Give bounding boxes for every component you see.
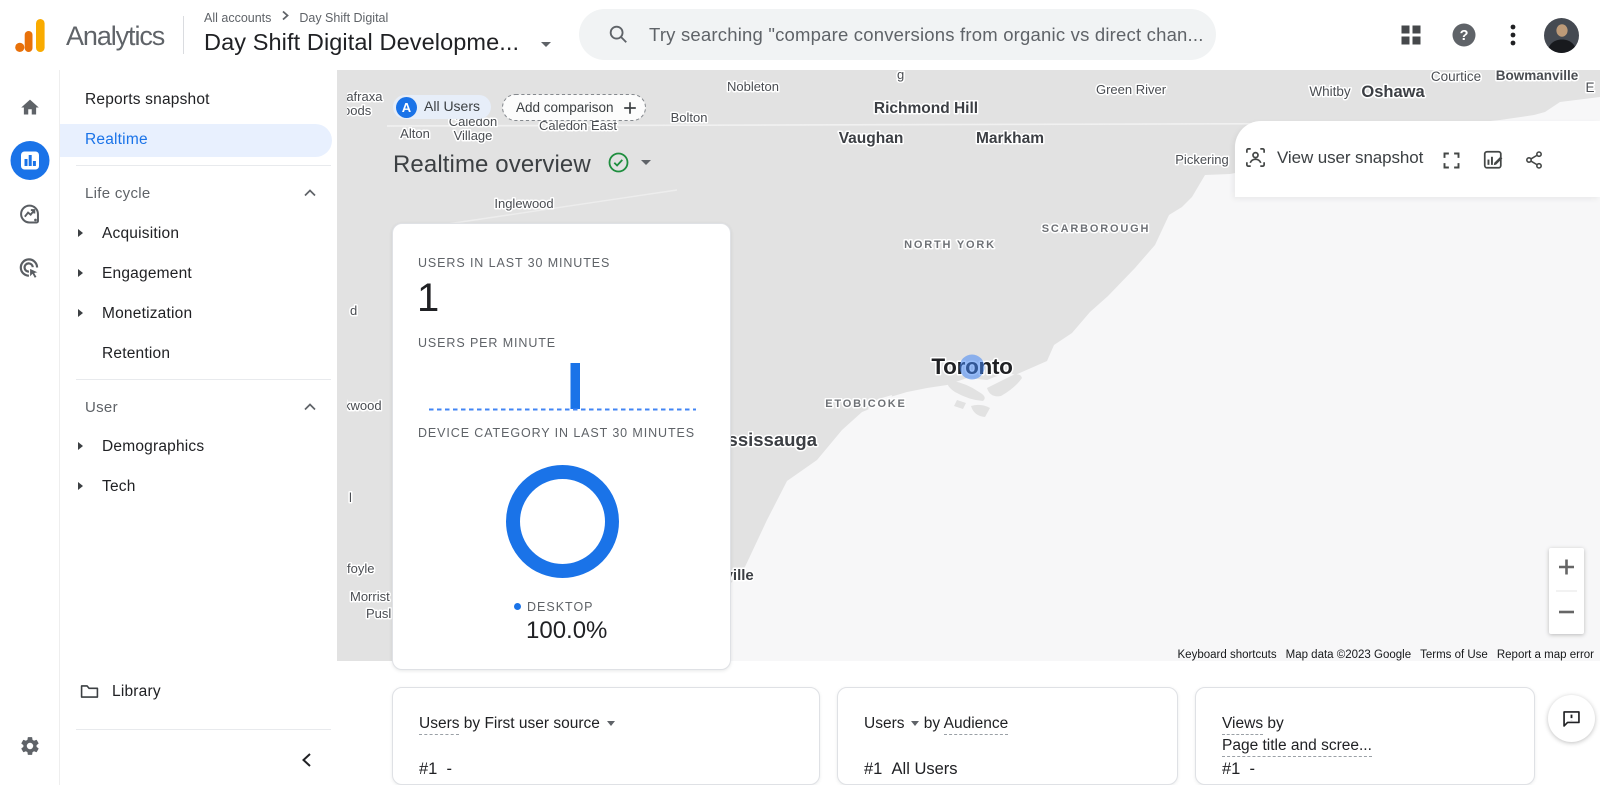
svg-text:Village: Village	[454, 128, 493, 143]
svg-text:Courtice: Courtice	[1431, 70, 1481, 84]
svg-text:Vaughan: Vaughan	[839, 130, 904, 147]
svg-text:Bolton: Bolton	[671, 110, 708, 125]
svg-text:kwood: kwood	[347, 398, 382, 413]
svg-text:NORTH YORK: NORTH YORK	[904, 239, 996, 251]
svg-text:ETOBICOKE: ETOBICOKE	[825, 398, 906, 410]
svg-text:Pusl: Pusl	[366, 606, 391, 621]
svg-text:l: l	[349, 490, 352, 505]
svg-text:rafraxa: rafraxa	[347, 89, 383, 104]
svg-text:E: E	[1585, 80, 1594, 95]
svg-text:oods: oods	[347, 103, 372, 118]
svg-text:Nobleton: Nobleton	[727, 79, 779, 94]
svg-text:Alton: Alton	[400, 126, 430, 141]
svg-text:Inglewood: Inglewood	[494, 196, 553, 211]
svg-text:Bowmanville: Bowmanville	[1496, 70, 1579, 83]
svg-text:Markham: Markham	[976, 130, 1044, 147]
svg-text:SCARBOROUGH: SCARBOROUGH	[1042, 223, 1150, 235]
svg-text:Richmond Hill: Richmond Hill	[874, 100, 978, 117]
svg-text:d: d	[350, 303, 357, 318]
svg-text:foyle: foyle	[347, 561, 374, 576]
svg-text:g: g	[897, 70, 904, 82]
svg-text:Morrist: Morrist	[350, 589, 390, 604]
svg-text:Oshawa: Oshawa	[1361, 83, 1425, 101]
svg-text:Whitby: Whitby	[1309, 84, 1351, 99]
svg-text:Green River: Green River	[1096, 82, 1167, 97]
svg-text:?: ?	[1460, 28, 1469, 44]
svg-text:Pickering: Pickering	[1175, 152, 1228, 167]
